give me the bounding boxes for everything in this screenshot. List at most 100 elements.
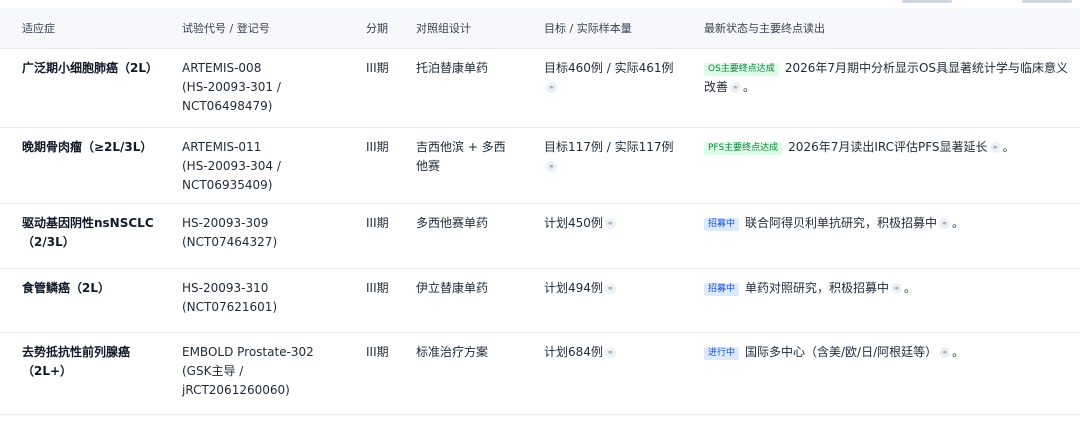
control-line: 伊立替康单药 [416,280,489,295]
indication-line: 晚期骨肉瘤（≥2L/3L） [22,139,153,154]
cell-sample-size: 计划450例 ⚭ [534,203,694,268]
status-text: 单药对照研究，积极招募中 [745,280,890,295]
cell-phase: III期 [366,280,389,295]
period: 。 [1002,139,1015,154]
cell-phase: III期 [366,215,389,230]
indication-line: 去势抵抗性前列腺癌 [22,344,131,359]
indication-line: （2/3L） [22,234,75,249]
cell-sample-size: 计划684例 ⚭ [534,332,694,414]
clinical-trials-table: 适应症 试验代号 / 登记号 分期 对照组设计 目标 / 实际样本量 最新状态与… [0,8,1080,415]
registry-line: NCT06935409) [182,177,273,192]
link-icon[interactable]: ⚭ [604,217,616,229]
registry-line: ARTEMIS-011 [182,139,262,154]
cell-control: 伊立替康单药 [406,268,534,332]
control-line: 标准治疗方案 [416,344,489,359]
status-badge: 招募中 [704,282,740,296]
header-status: 最新状态与主要终点读出 [694,8,1080,49]
cell-indication: 驱动基因阴性nsNSCLC （2/3L） [0,203,172,268]
cell-status: 进行中 国际多中心（含美/欧/日/阿根廷等） ⚭。 [694,332,1080,414]
status-badge: 进行中 [704,346,740,360]
cell-indication: 去势抵抗性前列腺癌 （2L+） [0,332,172,414]
header-phase: 分期 [356,8,406,49]
table-row: 晚期骨肉瘤（≥2L/3L） ARTEMIS-011 (HS-20093-304 / N… [0,127,1080,203]
link-icon[interactable]: ⚭ [730,81,742,93]
cell-indication: 广泛期小细胞肺癌（2L） [0,48,172,127]
table-row: 驱动基因阴性nsNSCLC （2/3L） HS-20093-309 (NCT07464… [0,203,1080,268]
status-text: 国际多中心（含美/欧/日/阿根廷等） [745,344,938,359]
cell-phase: III期 [366,60,389,75]
link-icon[interactable]: ⚭ [604,346,616,358]
link-icon[interactable]: ⚭ [546,81,557,93]
registry-line: HS-20093-309 [182,215,269,230]
period: 。 [743,79,756,94]
registry-line: NCT06498479) [182,98,273,113]
control-line: 多西他赛单药 [416,215,489,230]
link-icon[interactable]: ⚭ [891,282,903,294]
registry-line: (GSK主导 / [182,363,244,378]
cell-control: 吉西他滨 + 多西 他赛 [406,127,534,203]
indication-line: 驱动基因阴性nsNSCLC [22,215,154,230]
status-text: 2026年7月读出IRC评估PFS显著延长 [788,139,988,154]
header-registry: 试验代号 / 登记号 [172,8,356,49]
status-badge: PFS主要终点达成 [704,141,783,155]
table-row: 去势抵抗性前列腺癌 （2L+） EMBOLD Prostate-302 (GSK主导 … [0,332,1080,414]
indication-line: （2L+） [22,363,73,378]
trial-table-panel: 适应症 试验代号 / 登记号 分期 对照组设计 目标 / 实际样本量 最新状态与… [0,0,1080,442]
registry-line: ARTEMIS-008 [182,60,262,75]
registry-line: jRCT2061260060) [182,382,290,397]
sample-text: 目标117例 / 实际117例 [544,139,674,154]
period: 。 [904,280,917,295]
control-line: 他赛 [416,158,441,173]
cell-status: 招募中 单药对照研究，积极招募中 ⚭。 [694,268,1080,332]
cell-registry: HS-20093-309 (NCT07464327) [172,203,356,268]
period: 。 [952,344,965,359]
header-control: 对照组设计 [406,8,534,49]
cell-status: OS主要终点达成 2026年7月期中分析显示OS具显著统计学与临床意义改善 ⚭。 [694,48,1080,127]
cropped-toolbar [892,0,1080,4]
cell-registry: EMBOLD Prostate-302 (GSK主导 / jRCT206126006… [172,332,356,414]
cell-registry: HS-20093-310 (NCT07621601) [172,268,356,332]
registry-line: (HS-20093-301 / [182,79,281,94]
link-icon[interactable]: ⚭ [939,346,951,358]
sample-text: 目标460例 / 实际461例 [544,60,674,75]
cell-registry: ARTEMIS-011 (HS-20093-304 / NCT06935409) [172,127,356,203]
table-row: 食管鳞癌（2L） HS-20093-310 (NCT07621601) III期 伊立替… [0,268,1080,332]
cell-registry: ARTEMIS-008 (HS-20093-301 / NCT06498479) [172,48,356,127]
link-icon[interactable]: ⚭ [546,160,557,172]
status-text: 联合阿得贝利单抗研究，积极招募中 [745,215,938,230]
table-body: 广泛期小细胞肺癌（2L） ARTEMIS-008 (HS-20093-301 / NC… [0,48,1080,414]
header-indication: 适应症 [0,8,172,49]
table-row: 广泛期小细胞肺癌（2L） ARTEMIS-008 (HS-20093-301 / NC… [0,48,1080,127]
registry-line: (HS-20093-304 / [182,158,281,173]
registry-line: (NCT07464327) [182,234,278,249]
sample-text: 计划450例 [544,215,603,230]
cell-sample-size: 目标460例 / 实际461例 ⚭ [534,48,694,127]
sample-text: 计划494例 [544,280,603,295]
cell-control: 标准治疗方案 [406,332,534,414]
link-icon[interactable]: ⚭ [989,141,1001,153]
cell-sample-size: 目标117例 / 实际117例 ⚭ [534,127,694,203]
link-icon[interactable]: ⚭ [604,282,616,294]
sample-text: 计划684例 [544,344,603,359]
cell-status: 招募中 联合阿得贝利单抗研究，积极招募中 ⚭。 [694,203,1080,268]
cell-status: PFS主要终点达成 2026年7月读出IRC评估PFS显著延长 ⚭。 [694,127,1080,203]
status-badge: OS主要终点达成 [704,62,779,76]
table-header: 适应症 试验代号 / 登记号 分期 对照组设计 目标 / 实际样本量 最新状态与… [0,8,1080,49]
indication-line: 广泛期小细胞肺癌（2L） [22,60,158,75]
cell-indication: 食管鳞癌（2L） [0,268,172,332]
cell-phase: III期 [366,344,389,359]
registry-line: (NCT07621601) [182,299,278,314]
cell-control: 多西他赛单药 [406,203,534,268]
link-icon[interactable]: ⚭ [939,217,951,229]
period: 。 [952,215,965,230]
registry-line: EMBOLD Prostate-302 [182,344,314,359]
control-line: 托泊替康单药 [416,60,489,75]
control-line: 吉西他滨 + 多西 [416,139,506,154]
indication-line: 食管鳞癌（2L） [22,280,110,295]
cell-indication: 晚期骨肉瘤（≥2L/3L） [0,127,172,203]
cell-phase: III期 [366,139,389,154]
header-sample-size: 目标 / 实际样本量 [534,8,694,49]
cell-sample-size: 计划494例 ⚭ [534,268,694,332]
cell-control: 托泊替康单药 [406,48,534,127]
status-badge: 招募中 [704,217,740,231]
